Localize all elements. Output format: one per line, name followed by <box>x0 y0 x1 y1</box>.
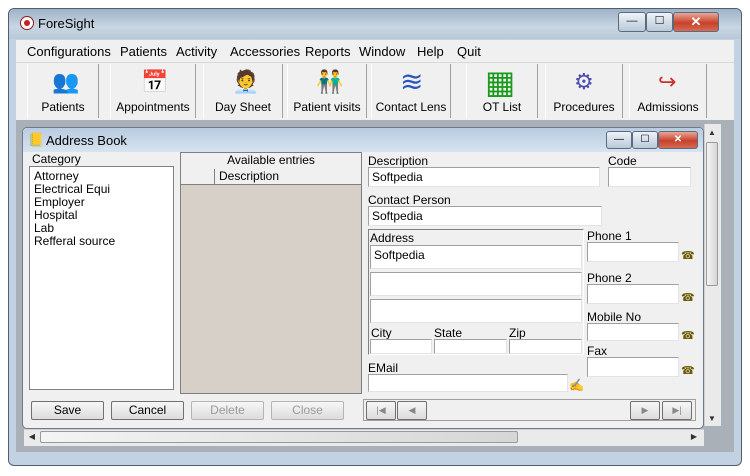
category-label: Category <box>32 152 81 166</box>
category-item-electrical[interactable]: Electrical Equi <box>34 182 110 196</box>
scroll-left-arrow[interactable]: ◀ <box>26 432 38 441</box>
address-line-3[interactable] <box>370 299 582 323</box>
menu-quit[interactable]: Quit <box>457 44 481 59</box>
window-title: ForeSight <box>38 16 95 31</box>
mobile-label: Mobile No <box>587 310 642 324</box>
nav-first-button[interactable]: |◀ <box>366 401 396 420</box>
category-item-employer[interactable]: Employer <box>34 195 85 209</box>
toolbar-label: Appointments <box>116 100 190 114</box>
menu-accessories[interactable]: Accessories <box>230 44 300 59</box>
day-sheet-icon: 🧑‍💼 <box>232 69 260 94</box>
toolbar-day-sheet-button[interactable]: 🧑‍💼 Day Sheet <box>203 64 283 118</box>
menu-activity[interactable]: Activity <box>176 44 217 59</box>
mobile-dial-icon[interactable]: ☎ <box>681 329 695 342</box>
cancel-button[interactable]: Cancel <box>111 401 184 420</box>
email-field[interactable] <box>368 374 568 392</box>
nav-prev-button[interactable]: ◀ <box>397 401 427 420</box>
fax-label: Fax <box>587 344 608 358</box>
category-item-hospital[interactable]: Hospital <box>34 208 77 222</box>
child-close-button[interactable]: ✕ <box>658 131 698 149</box>
calendar-icon: 📅 <box>141 69 169 94</box>
phone1-field[interactable] <box>587 242 679 262</box>
send-email-icon[interactable]: ✍ <box>569 378 584 392</box>
menu-reports[interactable]: Reports <box>305 44 351 59</box>
toolbar-ot-list-button[interactable]: ▦ OT List <box>466 64 538 118</box>
patient-visits-icon: 👬 <box>316 69 344 94</box>
minimize-button[interactable]: — <box>618 12 646 32</box>
description-column-header[interactable]: Description <box>215 169 361 185</box>
toolbar-label: Procedures <box>553 100 615 114</box>
maximize-button[interactable]: ☐ <box>646 12 673 32</box>
available-entries-header: Available entries <box>181 153 361 170</box>
app-eye-icon <box>20 16 34 30</box>
child-maximize-button[interactable]: ☐ <box>632 131 658 149</box>
menu-configurations[interactable]: Configurations <box>27 44 111 59</box>
city-field[interactable] <box>370 339 432 354</box>
contact-lens-icon: ≋ <box>400 66 424 97</box>
toolbar-label: Contact Lens <box>375 100 447 114</box>
horizontal-scroll-thumb[interactable] <box>40 431 518 443</box>
phone2-dial-icon[interactable]: ☎ <box>681 291 695 304</box>
child-minimize-button[interactable]: — <box>606 131 632 149</box>
zip-label: Zip <box>509 326 526 340</box>
phone1-label: Phone 1 <box>587 229 632 243</box>
toolbar-label: Admissions <box>637 100 699 114</box>
contact-person-field[interactable]: Softpedia <box>368 206 602 226</box>
category-item-attorney[interactable]: Attorney <box>34 169 79 183</box>
address-label: Address <box>370 231 415 245</box>
close-button[interactable]: ✕ <box>673 12 719 32</box>
toolbar-appointments-button[interactable]: 📅 Appointments <box>110 64 196 118</box>
ot-list-icon: ▦ <box>485 64 516 100</box>
city-label: City <box>371 326 392 340</box>
menu-patients[interactable]: Patients <box>120 44 167 59</box>
nav-last-button[interactable]: ▶| <box>662 401 692 420</box>
description-label: Description <box>368 154 429 168</box>
toolbar-patient-visits-button[interactable]: 👬 Patient visits <box>287 64 367 118</box>
mobile-field[interactable] <box>587 323 679 341</box>
category-item-lab[interactable]: Lab <box>34 221 54 235</box>
scroll-down-arrow[interactable]: ▼ <box>706 414 718 423</box>
state-field[interactable] <box>434 339 507 354</box>
phone2-field[interactable] <box>587 284 679 304</box>
zip-field[interactable] <box>509 339 582 354</box>
toolbar-procedures-button[interactable]: ⚙ Procedures <box>545 64 623 118</box>
phone1-dial-icon[interactable]: ☎ <box>681 249 695 262</box>
available-entries-grid[interactable] <box>180 152 362 394</box>
toolbar-admissions-button[interactable]: ↪ Admissions <box>629 64 707 118</box>
menu-help[interactable]: Help <box>417 44 444 59</box>
scroll-right-arrow[interactable]: ▶ <box>688 432 700 441</box>
toolbar-label: Day Sheet <box>214 100 272 114</box>
address-book-title: Address Book <box>46 133 127 148</box>
fax-dial-icon[interactable]: ☎ <box>681 364 695 377</box>
phone2-label: Phone 2 <box>587 271 632 285</box>
toolbar-label: Patients <box>41 100 85 114</box>
toolbar-label: Patient visits <box>293 100 361 114</box>
category-item-refferal[interactable]: Refferal source <box>34 234 115 248</box>
vertical-scroll-thumb[interactable] <box>706 142 718 286</box>
procedures-icon: ⚙ <box>574 69 594 94</box>
patients-icon: 👥 <box>52 69 80 94</box>
nav-next-button[interactable]: ▶ <box>630 401 660 420</box>
admissions-icon: ↪ <box>658 69 677 94</box>
menu-window[interactable]: Window <box>359 44 405 59</box>
address-book-icon: 📒 <box>28 132 45 147</box>
contact-person-label: Contact Person <box>368 193 451 207</box>
state-label: State <box>434 326 463 340</box>
save-button[interactable]: Save <box>31 401 104 420</box>
row-indicator-header <box>181 169 215 185</box>
email-label: EMail <box>368 361 399 375</box>
scroll-up-arrow[interactable]: ▲ <box>706 128 718 137</box>
description-field[interactable]: Softpedia <box>368 167 600 187</box>
toolbar-label: OT List <box>482 100 522 114</box>
delete-button[interactable]: Delete <box>191 401 264 420</box>
toolbar-contact-lens-button[interactable]: ≋ Contact Lens <box>371 64 451 118</box>
close-form-button[interactable]: Close <box>271 401 344 420</box>
address-line-2[interactable] <box>370 272 582 296</box>
category-list[interactable]: Attorney Electrical Equi Employer Hospit… <box>29 166 174 390</box>
fax-field[interactable] <box>587 357 679 377</box>
code-label: Code <box>608 154 637 168</box>
code-field[interactable] <box>608 167 691 187</box>
address-line-1[interactable]: Softpedia <box>370 245 582 269</box>
toolbar-patients-button[interactable]: 👥 Patients <box>27 64 99 118</box>
